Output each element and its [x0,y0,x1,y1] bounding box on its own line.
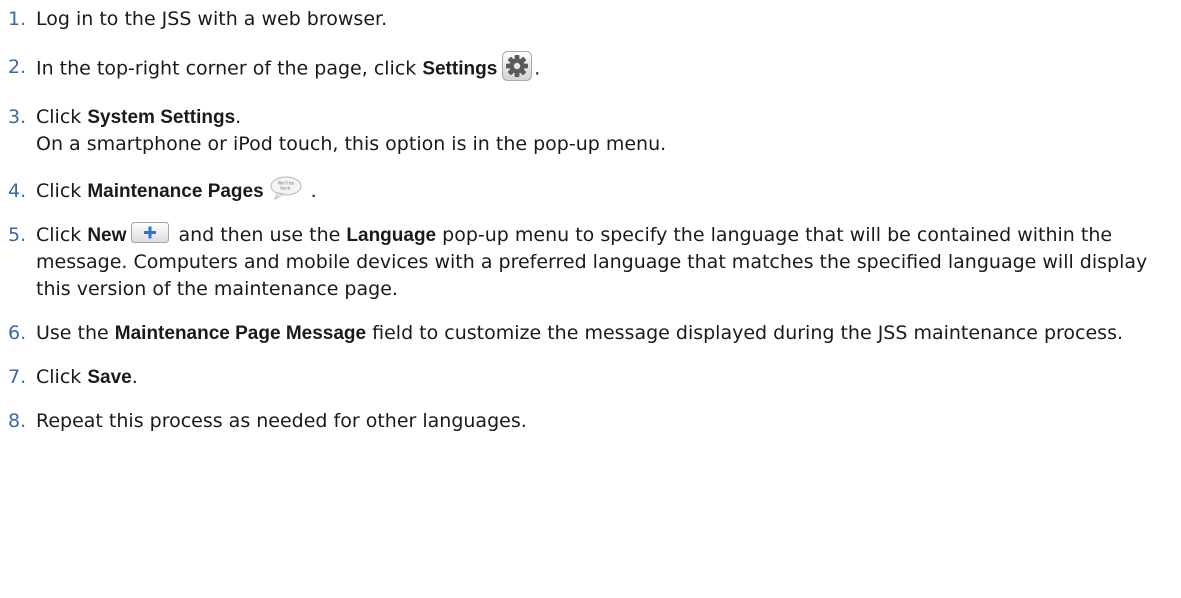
step-text-prefix: Use the [36,322,115,344]
step-text-prefix: In the top-right corner of the page, cli… [36,57,423,80]
step-text-suffix: . [310,180,317,202]
step-text-prefix: Click [36,180,88,202]
step-number: 8 [8,408,26,435]
save-label: Save [87,367,132,388]
step-8: 8 Repeat this process as needed for othe… [8,408,1173,435]
step-text-suffix: field to customize the message displayed… [366,322,1124,344]
icon-caption-line2: back. [280,185,291,190]
plus-icon [131,222,170,243]
step-text: Repeat this process as needed for other … [36,410,527,432]
step-text-suffix: . [131,366,138,388]
step-4: 4 Click Maintenance Pages We'll be back.… [8,176,1173,205]
step-number: 4 [8,178,26,205]
step-3: 3 Click System Settings. On a smartphone… [8,104,1173,158]
step-text-suffix: . [235,106,242,128]
step-text-prefix: Click [36,224,88,246]
step-number: 7 [8,364,26,391]
step-text: Log in to the JSS with a web browser. [36,8,388,30]
step-number: 1 [8,6,26,33]
step-text-prefix: Click [36,106,88,128]
step-number: 6 [8,320,26,347]
settings-gear-icon [502,51,533,81]
step-note: On a smartphone or iPod touch, this opti… [36,133,667,155]
procedure-steps: 1 Log in to the JSS with a web browser. … [8,6,1173,452]
step-2: 2 In the top-right corner of the page, c… [8,51,1173,84]
system-settings-label: System Settings [87,107,236,128]
step-number: 3 [8,104,26,131]
step-6: 6 Use the Maintenance Page Message field… [8,320,1173,347]
step-number: 2 [8,54,26,81]
language-label: Language [346,225,437,246]
step-7: 7 Click Save. [8,364,1173,391]
maintenance-pages-icon: We'll be back. [270,176,302,200]
step-text-middle: and then use the [172,224,347,246]
new-label: New [87,225,127,246]
step-text-suffix: . [534,57,541,80]
step-text-prefix: Click [36,366,88,388]
settings-label: Settings [422,58,498,80]
step-number: 5 [8,222,26,249]
maintenance-pages-label: Maintenance Pages [87,181,264,202]
step-5: 5 Click New and then use the Language po… [8,222,1173,303]
step-1: 1 Log in to the JSS with a web browser. [8,6,1173,33]
maintenance-page-message-label: Maintenance Page Message [114,323,367,344]
